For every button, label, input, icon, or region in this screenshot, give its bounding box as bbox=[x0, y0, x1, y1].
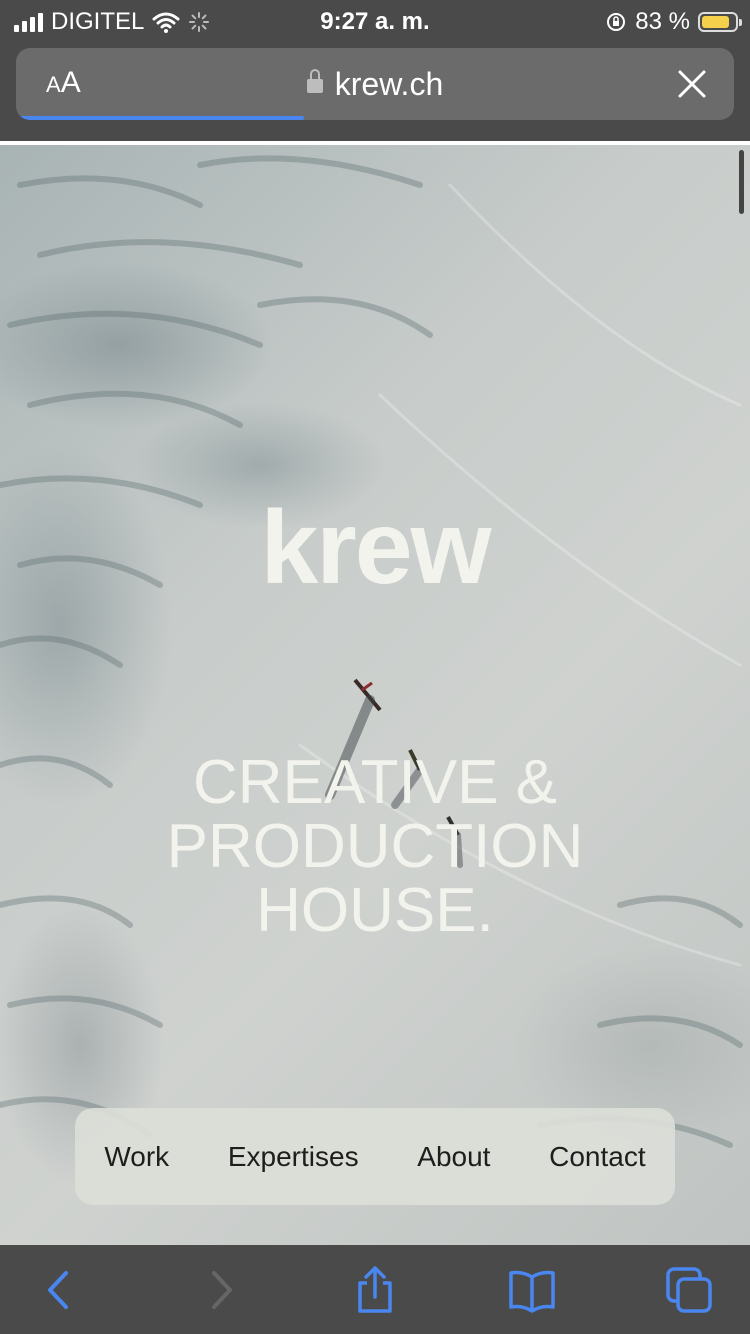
url-text: krew.ch bbox=[334, 66, 444, 102]
browser-toolbar bbox=[0, 1245, 750, 1334]
battery-icon bbox=[698, 12, 742, 32]
share-icon[interactable] bbox=[350, 1265, 400, 1315]
battery-percent: 83 % bbox=[635, 8, 690, 35]
tabs-icon[interactable] bbox=[664, 1265, 714, 1315]
close-icon[interactable] bbox=[674, 66, 710, 102]
tagline-line: CREATIVE & bbox=[192, 748, 558, 817]
status-right: 83 % bbox=[605, 8, 742, 36]
hero-background: krew CREATIVE & PRODUCTION HOUSE. bbox=[0, 145, 750, 1245]
back-icon[interactable] bbox=[34, 1265, 84, 1315]
address-bar[interactable]: AA krew.ch bbox=[16, 48, 734, 120]
nav-about[interactable]: About bbox=[417, 1141, 490, 1173]
lock-icon bbox=[306, 69, 323, 93]
tagline-line: HOUSE. bbox=[256, 876, 494, 945]
url-field[interactable]: krew.ch bbox=[16, 66, 734, 103]
orientation-lock-icon bbox=[607, 13, 626, 31]
forward-icon[interactable] bbox=[196, 1265, 246, 1315]
status-bar: DIGITEL 9:27 a. m. 83 % bbox=[0, 0, 750, 44]
brand-logo[interactable]: krew bbox=[0, 489, 750, 608]
tagline: CREATIVE & PRODUCTION HOUSE. bbox=[0, 751, 750, 943]
nav-work[interactable]: Work bbox=[104, 1141, 169, 1173]
load-progress-bar bbox=[16, 116, 734, 120]
tagline-line: PRODUCTION bbox=[166, 812, 584, 881]
battery-fill bbox=[702, 16, 729, 28]
load-progress-fill bbox=[20, 116, 304, 120]
nav-contact[interactable]: Contact bbox=[549, 1141, 646, 1173]
bookmarks-icon[interactable] bbox=[507, 1265, 557, 1315]
site-nav: Work Expertises About Contact bbox=[75, 1108, 675, 1205]
scrollbar[interactable] bbox=[739, 150, 744, 214]
snow-texture bbox=[0, 155, 743, 1148]
nav-expertises[interactable]: Expertises bbox=[228, 1141, 359, 1173]
